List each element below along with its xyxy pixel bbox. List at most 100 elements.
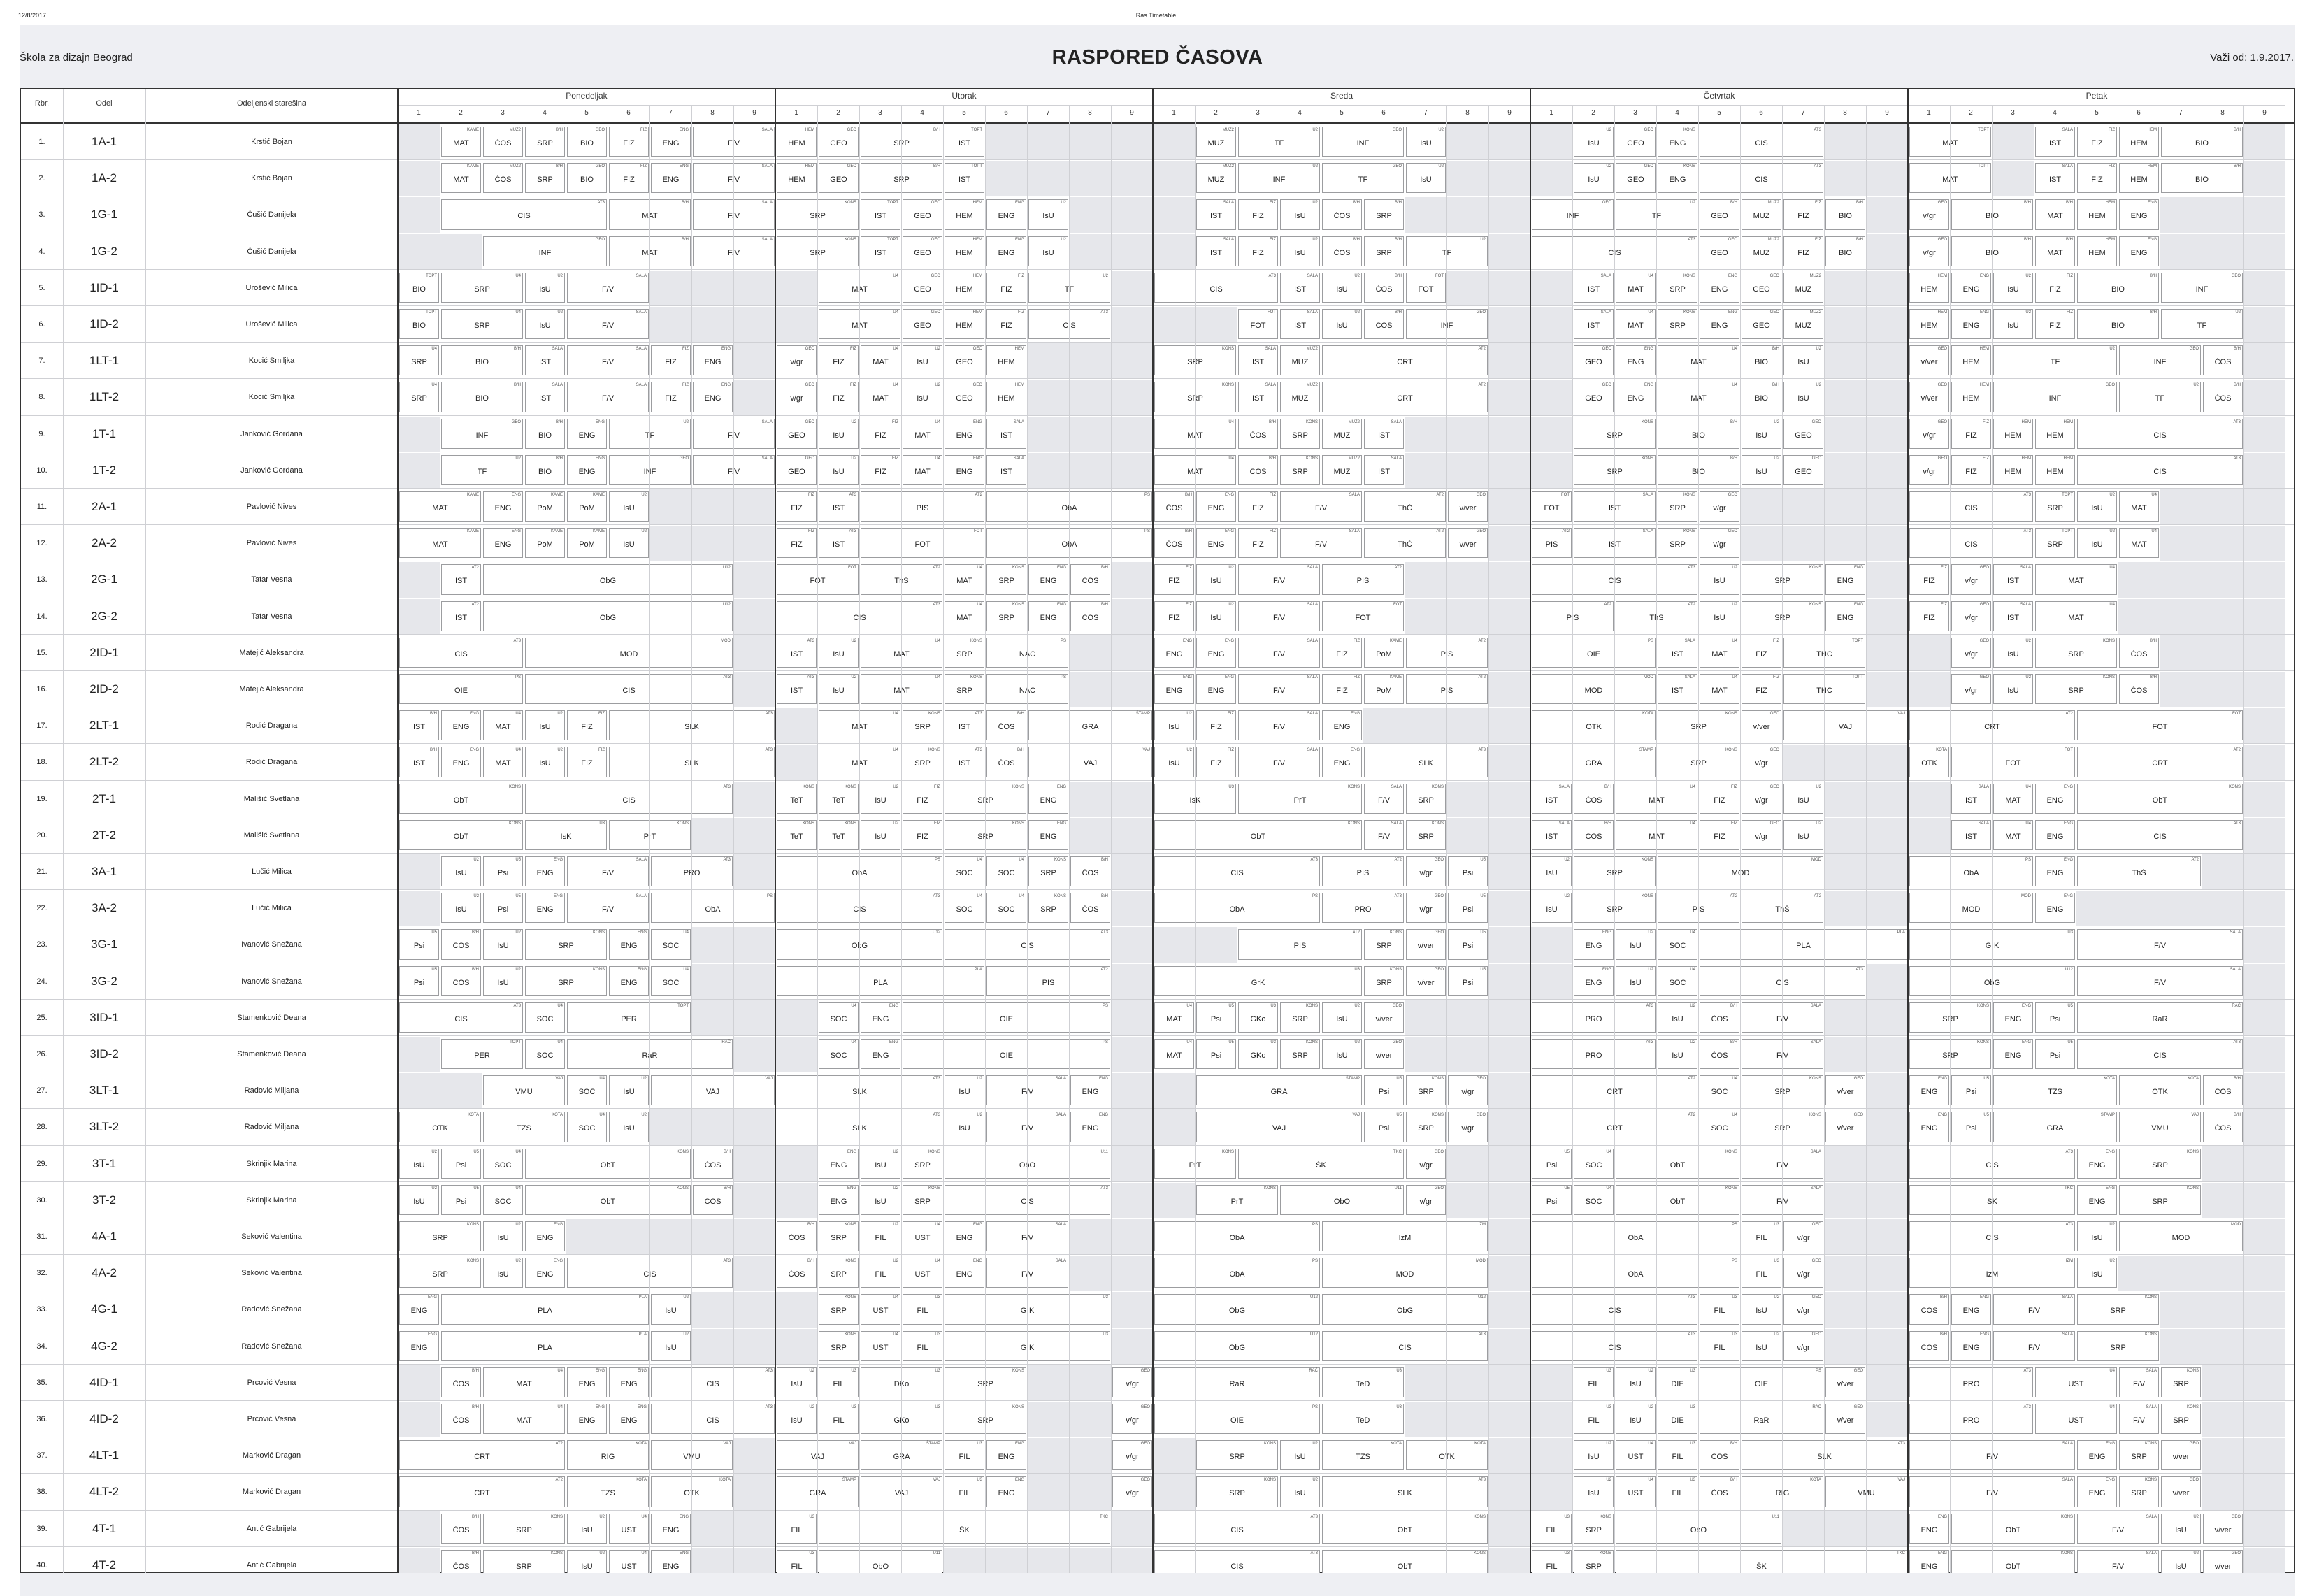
lesson-subject: ŠK <box>959 1525 970 1534</box>
lesson-subject: v/gr <box>1126 1453 1139 1462</box>
lesson-room: SALA <box>761 164 773 169</box>
lesson-room: GEO <box>1769 712 1779 717</box>
lesson-subject: ENG <box>2046 796 2064 805</box>
free-period <box>1489 1000 1530 1035</box>
lesson-room: B/H <box>1604 784 1611 789</box>
lesson-room: U3 <box>1606 1368 1611 1373</box>
lesson-room: B/H <box>1352 237 1360 242</box>
lesson-room: SALA <box>1684 638 1695 643</box>
lesson-room: GEO <box>1140 1442 1150 1446</box>
lesson-room: B/H <box>2233 128 2241 132</box>
free-period <box>1825 270 1866 305</box>
lesson-subject: IsU <box>1588 175 1600 185</box>
lesson-subject: ENG <box>1920 1088 1938 1097</box>
lesson-room: FIZ <box>1731 784 1737 789</box>
lesson-subject: SOC <box>1711 1088 1728 1097</box>
lesson-subject: MAT <box>873 358 889 367</box>
row-number: 38. <box>36 1488 48 1497</box>
free-period <box>734 781 775 817</box>
lesson-room: B/H <box>2233 347 2241 352</box>
period-header: 3 <box>2011 109 2015 117</box>
lesson-subject: SOC <box>1669 978 1686 987</box>
free-period <box>734 1146 775 1181</box>
lesson-room: U4 <box>1732 347 1737 352</box>
lesson-room: TKČ <box>1897 1551 1905 1555</box>
free-period <box>2244 708 2285 744</box>
free-period <box>1112 452 1153 488</box>
lesson-subject: SRP <box>956 649 972 659</box>
lesson-room: GEO <box>1853 1405 1863 1409</box>
lesson-subject: v/gr <box>1755 832 1768 841</box>
period-rule <box>1111 105 1112 1583</box>
class-name: 1ID-2 <box>89 317 119 331</box>
lesson-subject: ČOS <box>1711 1014 1728 1023</box>
lesson-room: U2 <box>641 1077 647 1081</box>
lesson-room: HEM <box>1979 347 1989 352</box>
lesson-room: TOPT <box>887 201 898 206</box>
free-period <box>2244 124 2285 160</box>
lesson-subject: FOT <box>1250 322 1266 330</box>
lesson-subject: FIZ <box>1336 686 1348 695</box>
lesson-room: ENG <box>1979 310 1989 315</box>
lesson-room: KONS <box>1683 128 1695 132</box>
lesson-block: IsU U2 <box>861 1184 900 1215</box>
free-period <box>2244 452 2285 488</box>
lesson-block: IsU U2 <box>1532 893 1572 923</box>
lesson-room: U2 <box>431 1149 437 1154</box>
lesson-subject: DIE <box>1671 1379 1684 1388</box>
free-period <box>1531 380 1572 415</box>
lesson-block: FIZ FIZ <box>819 345 859 376</box>
lesson-block: FIZ FIZ <box>609 163 649 194</box>
lesson-room: ENG <box>427 1332 437 1337</box>
row-number: 9. <box>38 429 45 438</box>
lesson-subject: ENG <box>1207 540 1225 549</box>
lesson-room: U4 <box>515 1149 521 1154</box>
lesson-block: F/VSALA <box>1364 783 1404 814</box>
lesson-block: PROAT3 <box>1532 1002 1656 1033</box>
lesson-subject: v/gr <box>1713 540 1726 549</box>
lesson-subject: FIL <box>833 1379 845 1388</box>
lesson-block: ISTSALA <box>2035 127 2075 157</box>
lesson-room: TOPT <box>1852 675 1863 680</box>
lesson-room: U4 <box>1732 638 1737 643</box>
lesson-room: AT3 <box>765 748 773 753</box>
lesson-room: B/H <box>1100 566 1108 570</box>
lesson-room: KONS <box>1976 1040 1989 1044</box>
lesson-room: ENG <box>2105 1186 2115 1191</box>
lesson-subject: ENG <box>1207 504 1225 512</box>
free-period <box>2244 526 2285 561</box>
lesson-block: ENG ENG <box>693 382 733 412</box>
lesson-room: U2 <box>1312 237 1318 242</box>
lesson-subject: IsU <box>833 686 845 695</box>
lesson-room: GEO <box>2231 273 2241 278</box>
lesson-block: IST TOPT <box>945 127 984 157</box>
free-period <box>1867 1365 1908 1400</box>
lesson-room: SALA <box>761 456 773 461</box>
period-rule <box>943 105 944 1583</box>
lesson-room: KONS <box>1389 930 1402 935</box>
row-number: 33. <box>36 1305 48 1314</box>
lesson-room: AT3 <box>2233 456 2241 461</box>
lesson-block: ENG ENG <box>1951 1294 1991 1325</box>
lesson-subject: ENG <box>1920 1525 1938 1534</box>
lesson-room: B/H <box>1730 201 1737 206</box>
lesson-block: SRPKONS <box>1364 929 1404 960</box>
row-number: 3. <box>38 210 45 220</box>
lesson-room: U2 <box>599 1514 605 1519</box>
day-header: Sreda <box>1330 91 1354 101</box>
lesson-room: B/H <box>429 748 437 753</box>
lesson-room: KONS <box>928 1149 940 1154</box>
free-period <box>2244 1402 2285 1437</box>
lesson-subject: F/V <box>2132 1379 2146 1388</box>
lesson-subject: ObT <box>453 796 469 805</box>
lesson-subject: IsU <box>1630 1416 1642 1425</box>
lesson-subject: ČOS <box>452 978 470 987</box>
lesson-subject: FIL <box>1672 1453 1683 1462</box>
free-period <box>1993 124 2034 160</box>
free-period <box>1070 1474 1111 1510</box>
lesson-room: U2 <box>2109 1259 2115 1264</box>
free-period <box>2244 197 2285 233</box>
lesson-subject: IST <box>832 540 845 549</box>
lesson-block: ČOS B/H <box>693 1184 733 1215</box>
period-header: 5 <box>2095 109 2099 117</box>
